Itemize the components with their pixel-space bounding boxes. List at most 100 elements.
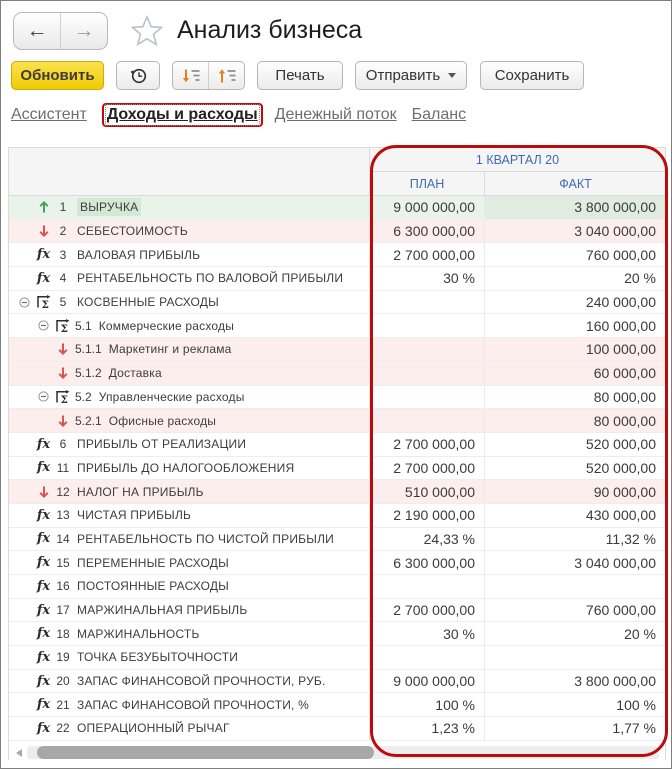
table-row[interactable]: fx 15 ПЕРЕМЕННЫЕ РАСХОДЫ 6 300 000,00 3 040 … <box>9 551 665 575</box>
plan-value-cell[interactable] <box>370 575 485 598</box>
fact-value-cell[interactable] <box>485 646 665 669</box>
fact-value-cell[interactable]: 20 % <box>485 267 665 290</box>
history-button[interactable] <box>116 61 160 90</box>
period-column-header[interactable]: 1 КВАРТАЛ 20 <box>370 148 666 172</box>
plan-value-cell[interactable] <box>370 385 485 409</box>
fact-value-cell[interactable]: 1,77 % <box>485 717 665 740</box>
collapse-levels-button[interactable] <box>209 62 244 89</box>
plan-value-cell[interactable] <box>370 361 485 385</box>
expand-levels-button[interactable] <box>173 62 209 89</box>
row-label-cell[interactable]: fx 4 РЕНТАБЕЛЬНОСТЬ ПО ВАЛОВОЙ ПРИБЫЛИ <box>9 267 370 290</box>
fact-value-cell[interactable]: 80 000,00 <box>485 386 665 409</box>
plan-value-cell[interactable]: 100 % <box>370 693 485 717</box>
fact-value-cell[interactable]: 100 % <box>485 693 665 716</box>
row-label-cell[interactable]: fx 20 ЗАПАС ФИНАНСОВОЙ ПРОЧНОСТИ, РУБ. <box>9 669 370 693</box>
row-label-cell[interactable]: fx 22 ОПЕРАЦИОННЫЙ РЫЧАГ <box>9 717 370 740</box>
plan-value-cell[interactable] <box>370 409 485 432</box>
collapse-expander-icon[interactable] <box>34 391 53 402</box>
row-label-cell[interactable]: fx 17 МАРЖИНАЛЬНАЯ ПРИБЫЛЬ <box>9 598 370 622</box>
print-button[interactable]: Печать <box>257 61 343 90</box>
table-row[interactable]: fx 21 ЗАПАС ФИНАНСОВОЙ ПРОЧНОСТИ, % 100 % 10… <box>9 693 665 718</box>
plan-value-cell[interactable]: 1,23 % <box>370 717 485 740</box>
table-row[interactable]: 2 СЕБЕСТОИМОСТЬ 6 300 000,00 3 040 000,00 <box>9 219 665 244</box>
fact-value-cell[interactable]: 60 000,00 <box>485 362 665 385</box>
row-label-cell[interactable]: fx 11 ПРИБЫЛЬ ДО НАЛОГООБЛОЖЕНИЯ <box>9 456 370 480</box>
tab-income-expenses[interactable]: Доходы и расходы <box>107 106 258 123</box>
table-row[interactable]: 5.1.1 Маркетинг и реклама 100 000,00 <box>9 338 665 362</box>
fact-value-cell[interactable]: 11,32 % <box>485 528 665 551</box>
row-label-cell[interactable]: fx 3 ВАЛОВАЯ ПРИБЫЛЬ <box>9 243 370 267</box>
table-row[interactable]: fx 13 ЧИСТАЯ ПРИБЫЛЬ 2 190 000,00 430 000,00 <box>9 503 665 528</box>
plan-value-cell[interactable]: 2 700 000,00 <box>370 598 485 622</box>
forward-arrow-icon[interactable]: → <box>61 13 107 49</box>
table-row[interactable]: Σ 5.1 Коммерческие расходы 160 000,00 <box>9 314 665 339</box>
fact-value-cell[interactable]: 90 000,00 <box>485 480 665 503</box>
save-button[interactable]: Сохранить <box>480 61 584 90</box>
plan-value-cell[interactable]: 6 300 000,00 <box>370 551 485 574</box>
star-icon[interactable] <box>130 14 164 48</box>
plan-value-cell[interactable]: 2 700 000,00 <box>370 432 485 456</box>
back-arrow-icon[interactable]: ← <box>14 13 61 49</box>
row-label-cell[interactable]: Σ 5.2 Управленческие расходы <box>9 385 370 409</box>
send-button[interactable]: Отправить <box>355 61 467 90</box>
scrollbar-track[interactable] <box>27 746 659 759</box>
refresh-button[interactable]: Обновить <box>11 61 104 90</box>
table-row[interactable]: Σ 5 КОСВЕННЫЕ РАСХОДЫ 240 000,00 <box>9 290 665 315</box>
table-row[interactable]: Σ 5.2 Управленческие расходы 80 000,00 <box>9 385 665 410</box>
plan-column-header[interactable]: ПЛАН <box>370 172 485 196</box>
collapse-expander-icon[interactable] <box>15 296 34 308</box>
table-row[interactable]: fx 11 ПРИБЫЛЬ ДО НАЛОГООБЛОЖЕНИЯ 2 700 000,… <box>9 456 665 481</box>
fact-value-cell[interactable]: 20 % <box>485 622 665 645</box>
fact-value-cell[interactable]: 3 800 000,00 <box>485 196 665 219</box>
table-row[interactable]: 5.1.2 Доставка 60 000,00 <box>9 361 665 386</box>
table-row[interactable]: fx 16 ПОСТОЯННЫЕ РАСХОДЫ <box>9 575 665 599</box>
row-label-cell[interactable]: fx 19 ТОЧКА БЕЗУБЫТОЧНОСТИ <box>9 646 370 669</box>
plan-value-cell[interactable]: 510 000,00 <box>370 480 485 503</box>
row-label-cell[interactable]: 5.1.2 Доставка <box>9 361 370 385</box>
fact-value-cell[interactable]: 760 000,00 <box>485 243 665 266</box>
fact-value-cell[interactable]: 520 000,00 <box>485 457 665 480</box>
table-row[interactable]: fx 4 РЕНТАБЕЛЬНОСТЬ ПО ВАЛОВОЙ ПРИБЫЛИ 30 %… <box>9 267 665 291</box>
plan-value-cell[interactable]: 9 000 000,00 <box>370 196 485 219</box>
fact-value-cell[interactable]: 3 040 000,00 <box>485 551 665 574</box>
tab-balance[interactable]: Баланс <box>412 106 466 124</box>
row-label-cell[interactable]: 5.2.1 Офисные расходы <box>9 409 370 432</box>
fact-value-cell[interactable]: 160 000,00 <box>485 314 665 337</box>
row-label-cell[interactable]: fx 14 РЕНТАБЕЛЬНОСТЬ ПО ЧИСТОЙ ПРИБЫЛИ <box>9 527 370 551</box>
fact-value-cell[interactable]: 100 000,00 <box>485 338 665 361</box>
fact-value-cell[interactable]: 80 000,00 <box>485 409 665 432</box>
fact-value-cell[interactable]: 760 000,00 <box>485 599 665 622</box>
table-row[interactable]: 1 ВЫРУЧКА 9 000 000,00 3 800 000,00 <box>9 196 665 220</box>
fact-value-cell[interactable]: 430 000,00 <box>485 504 665 527</box>
scrollbar-thumb[interactable] <box>37 746 374 759</box>
row-label-cell[interactable]: 12 НАЛОГ НА ПРИБЫЛЬ <box>9 480 370 503</box>
row-label-cell[interactable]: fx 13 ЧИСТАЯ ПРИБЫЛЬ <box>9 503 370 527</box>
tab-assistant[interactable]: Ассистент <box>11 106 87 124</box>
fact-column-header[interactable]: ФАКТ <box>485 172 666 196</box>
plan-value-cell[interactable]: 30 % <box>370 622 485 646</box>
fact-value-cell[interactable]: 3 800 000,00 <box>485 670 665 693</box>
table-row[interactable]: fx 3 ВАЛОВАЯ ПРИБЫЛЬ 2 700 000,00 760 000,00 <box>9 243 665 268</box>
collapse-expander-icon[interactable] <box>34 320 53 331</box>
row-label-cell[interactable]: fx 21 ЗАПАС ФИНАНСОВОЙ ПРОЧНОСТИ, % <box>9 693 370 717</box>
row-label-cell[interactable]: 1 ВЫРУЧКА <box>9 196 370 219</box>
table-row[interactable]: 12 НАЛОГ НА ПРИБЫЛЬ 510 000,00 90 000,00 <box>9 480 665 504</box>
row-label-cell[interactable]: fx 18 МАРЖИНАЛЬНОСТЬ <box>9 622 370 646</box>
row-label-cell[interactable]: 5.1.1 Маркетинг и реклама <box>9 338 370 361</box>
table-row[interactable]: fx 14 РЕНТАБЕЛЬНОСТЬ ПО ЧИСТОЙ ПРИБЫЛИ 24,3… <box>9 527 665 552</box>
plan-value-cell[interactable] <box>370 290 485 314</box>
row-label-cell[interactable]: fx 6 ПРИБЫЛЬ ОТ РЕАЛИЗАЦИИ <box>9 432 370 456</box>
table-row[interactable]: 5.2.1 Офисные расходы 80 000,00 <box>9 409 665 433</box>
table-row[interactable]: fx 20 ЗАПАС ФИНАНСОВОЙ ПРОЧНОСТИ, РУБ. 9 00… <box>9 669 665 694</box>
plan-value-cell[interactable]: 6 300 000,00 <box>370 219 485 243</box>
row-label-cell[interactable]: fx 16 ПОСТОЯННЫЕ РАСХОДЫ <box>9 575 370 598</box>
fact-value-cell[interactable]: 240 000,00 <box>485 291 665 314</box>
plan-value-cell[interactable]: 30 % <box>370 267 485 290</box>
tab-cash-flow[interactable]: Денежный поток <box>275 106 397 124</box>
plan-value-cell[interactable]: 2 700 000,00 <box>370 456 485 480</box>
plan-value-cell[interactable]: 9 000 000,00 <box>370 669 485 693</box>
table-row[interactable]: fx 22 ОПЕРАЦИОННЫЙ РЫЧАГ 1,23 % 1,77 % <box>9 717 665 741</box>
table-row[interactable]: fx 6 ПРИБЫЛЬ ОТ РЕАЛИЗАЦИИ 2 700 000,00 520 … <box>9 432 665 457</box>
plan-value-cell[interactable] <box>370 646 485 669</box>
row-label-cell[interactable]: 2 СЕБЕСТОИМОСТЬ <box>9 219 370 243</box>
